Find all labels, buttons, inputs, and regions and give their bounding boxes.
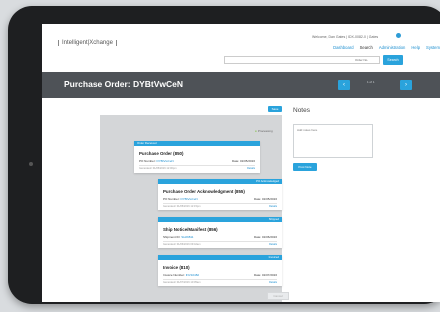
card-reference-link[interactable]: SH29811 xyxy=(181,235,193,239)
cancel-button[interactable]: Cancel xyxy=(267,292,289,300)
notes-title: Notes xyxy=(293,107,310,114)
search-bar: Order No. xyxy=(224,56,380,64)
status-badge: Processing xyxy=(255,129,273,133)
page-indicator: 1 of 1 xyxy=(367,80,375,84)
app-logo: Intelligent|Xchange xyxy=(58,40,117,46)
document-card-856[interactable]: Shipped Ship Notice/Manifest (856) Shipm… xyxy=(158,217,282,248)
document-card-855[interactable]: PO Acknowledged Purchase Order Acknowled… xyxy=(158,179,282,210)
card-title: Invoice (810) xyxy=(163,265,190,270)
app-screen: Intelligent|Xchange Welcome, Dan Gates |… xyxy=(42,24,440,302)
next-button[interactable]: › xyxy=(400,80,412,90)
card-reference: Invoice Number: INV10482 xyxy=(163,273,200,277)
card-stage: Order Received xyxy=(137,141,157,145)
card-reference-link[interactable]: DYBtVwCeN xyxy=(157,159,174,163)
card-divider xyxy=(163,203,277,204)
card-reference: PO Number: DYBtVwCeN xyxy=(139,159,174,163)
top-header: Intelligent|Xchange Welcome, Dan Gates |… xyxy=(42,24,440,72)
notification-icon[interactable] xyxy=(396,33,401,38)
card-reference-link[interactable]: DYBtVwCeN xyxy=(181,197,198,201)
welcome-text: Welcome, Dan Gates | IDX-0082-0 | Gates xyxy=(312,35,379,39)
card-reference: Shipment ID: SH29811 xyxy=(163,235,194,239)
page-title: Purchase Order: DYBtVwCeN xyxy=(64,79,184,89)
card-date: Date: 01/06/2016 xyxy=(253,235,277,239)
card-stage: Invoiced xyxy=(268,255,279,259)
card-stage: Shipped xyxy=(268,217,279,221)
card-generated: Generated: 01/06/2016 09:42am xyxy=(163,243,201,246)
card-date: Date: 01/05/2016 xyxy=(253,197,277,201)
nav-dashboard[interactable]: Dashboard xyxy=(333,45,354,50)
search-button[interactable]: Search xyxy=(383,55,403,65)
notes-textarea[interactable] xyxy=(293,124,373,158)
card-details-link[interactable]: Details xyxy=(269,281,277,284)
previous-button[interactable]: ‹ xyxy=(338,80,350,90)
card-generated: Generated: 01/05/2016 12:00pm xyxy=(139,167,177,170)
card-title: Purchase Order (850) xyxy=(139,151,184,156)
card-divider xyxy=(163,279,277,280)
card-date: Date: 01/07/2016 xyxy=(253,273,277,277)
card-generated: Generated: 01/05/2016 12:15pm xyxy=(163,205,201,208)
card-details-link[interactable]: Details xyxy=(269,243,277,246)
camera-icon xyxy=(29,162,33,166)
card-date: Date: 01/05/2016 xyxy=(231,159,255,163)
card-title: Purchase Order Acknowledgment (855) xyxy=(163,189,245,194)
nav-help[interactable]: Help xyxy=(411,45,420,50)
card-generated: Generated: 01/07/2016 10:05am xyxy=(163,281,201,284)
title-bar: Purchase Order: DYBtVwCeN ‹ 1 of 1 › xyxy=(42,72,440,98)
card-details-link[interactable]: Details xyxy=(247,167,255,170)
document-card-810[interactable]: Invoiced Invoice (810) Invoice Number: I… xyxy=(158,255,282,286)
document-card-850[interactable]: Order Received Purchase Order (850) PO N… xyxy=(134,141,260,173)
nav-system[interactable]: System xyxy=(426,45,440,50)
nav-administration[interactable]: Administration xyxy=(379,45,406,50)
card-divider xyxy=(163,241,277,242)
card-details-link[interactable]: Details xyxy=(269,205,277,208)
nav-search[interactable]: Search xyxy=(360,45,373,50)
save-button[interactable]: Save xyxy=(268,106,282,112)
card-stage: PO Acknowledged xyxy=(256,179,279,183)
tablet-device: Intelligent|Xchange Welcome, Dan Gates |… xyxy=(8,6,440,304)
card-divider xyxy=(139,165,255,166)
card-title: Ship Notice/Manifest (856) xyxy=(163,227,218,232)
card-reference: PO Number: DYBtVwCeN xyxy=(163,197,198,201)
post-note-button[interactable]: Post Note xyxy=(293,163,317,171)
card-reference-link[interactable]: INV10482 xyxy=(186,273,199,277)
search-scope-select[interactable]: Order No. xyxy=(355,58,368,62)
main-nav: Dashboard Search Administration Help Sys… xyxy=(333,45,440,50)
search-input[interactable] xyxy=(227,58,323,63)
